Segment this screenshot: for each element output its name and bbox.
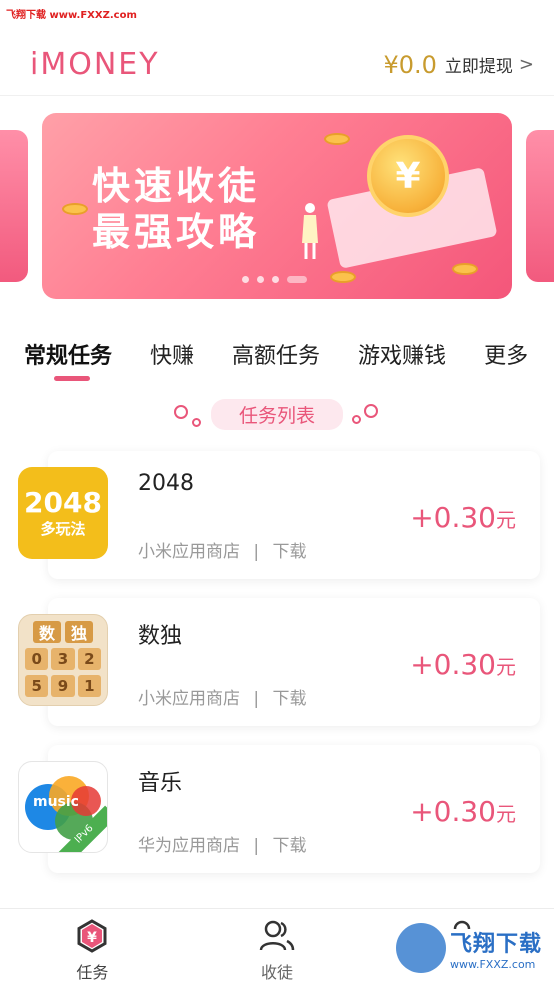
carousel-dot — [242, 276, 249, 283]
banner-carousel[interactable]: ¥ 快速收徒 最强攻略 — [0, 113, 554, 299]
carousel-dot — [272, 276, 279, 283]
watermark-logo-icon — [396, 923, 446, 973]
decor-circle — [364, 404, 378, 418]
coin-decoration — [452, 263, 478, 275]
task-meta: 小米应用商店 | 下载 — [138, 542, 307, 562]
chevron-right-icon: > — [518, 54, 534, 75]
task-card[interactable]: music IPv6 音乐 华为应用商店 | 下载 +0.30元 — [18, 745, 540, 873]
svg-text:¥: ¥ — [87, 930, 97, 946]
tab-more[interactable]: 更多 — [484, 338, 528, 370]
section-header: 任务列表 — [0, 399, 554, 430]
coin-decoration — [330, 271, 356, 283]
app-logo: iMONEY — [30, 47, 160, 82]
watermark-badge: 飞翔下载 www.FXXZ.com — [396, 918, 546, 978]
yuan-hexagon-icon: ¥ — [77, 919, 107, 953]
tab-games[interactable]: 游戏赚钱 — [358, 338, 446, 370]
person-illustration — [302, 203, 318, 259]
banner-next-card[interactable] — [526, 130, 554, 282]
task-meta: 小米应用商店 | 下载 — [138, 689, 307, 709]
watermark-text: 飞翔下载 www.FXXZ.com — [6, 10, 137, 21]
tab-active-indicator — [54, 376, 90, 381]
coin-illustration: ¥ — [367, 135, 449, 217]
banner-prev-card[interactable] — [0, 130, 28, 282]
task-category-tabs: 常规任务 快赚 高额任务 游戏赚钱 更多 — [24, 338, 554, 370]
task-name: 音乐 — [138, 771, 183, 796]
task-name: 2048 — [138, 471, 194, 496]
2048-game-icon: 2048 多玩法 — [18, 467, 108, 559]
banner-headline: 快速收徒 最强攻略 — [92, 164, 261, 254]
nav-apprentice-label: 收徒 — [261, 963, 294, 982]
balance-area[interactable]: ¥0.0 立即提现 > — [383, 51, 534, 79]
coin-decoration — [62, 203, 88, 215]
sudoku-game-icon: 数独 0 3 2 5 9 1 — [18, 614, 108, 706]
decor-circle — [174, 405, 188, 419]
nav-tasks[interactable]: ¥ 任务 — [0, 909, 185, 986]
carousel-dot-active — [287, 276, 307, 283]
task-reward: +0.30元 — [410, 795, 516, 828]
carousel-indicator — [242, 276, 307, 283]
decor-circle — [352, 415, 361, 424]
task-meta: 华为应用商店 | 下载 — [138, 836, 307, 856]
withdraw-label: 立即提现 — [444, 57, 513, 77]
task-name: 数独 — [138, 624, 183, 649]
carousel-dot — [257, 276, 264, 283]
task-card[interactable]: 2048 多玩法 2048 小米应用商店 | 下载 +0.30元 — [18, 451, 540, 579]
tab-regular[interactable]: 常规任务 — [24, 338, 112, 370]
people-icon — [259, 920, 295, 951]
music-app-icon: music IPv6 — [18, 761, 108, 853]
tab-high-reward[interactable]: 高额任务 — [232, 338, 320, 370]
task-card[interactable]: 数独 0 3 2 5 9 1 数独 小米应用商店 | 下载 +0.30元 — [18, 598, 540, 726]
task-reward: +0.30元 — [410, 501, 516, 534]
tab-quick[interactable]: 快赚 — [150, 338, 194, 370]
balance-amount: ¥0.0 — [383, 50, 437, 79]
task-reward: +0.30元 — [410, 648, 516, 681]
nav-apprentice[interactable]: 收徒 — [185, 909, 370, 986]
top-bar: iMONEY ¥0.0 立即提现 > — [0, 34, 554, 96]
coin-decoration — [324, 133, 350, 145]
decor-circle — [192, 418, 201, 427]
section-title: 任务列表 — [210, 399, 343, 430]
withdraw-button[interactable]: 立即提现 > — [445, 52, 534, 77]
nav-tasks-label: 任务 — [76, 963, 109, 982]
banner-slide[interactable]: ¥ 快速收徒 最强攻略 — [42, 113, 512, 299]
